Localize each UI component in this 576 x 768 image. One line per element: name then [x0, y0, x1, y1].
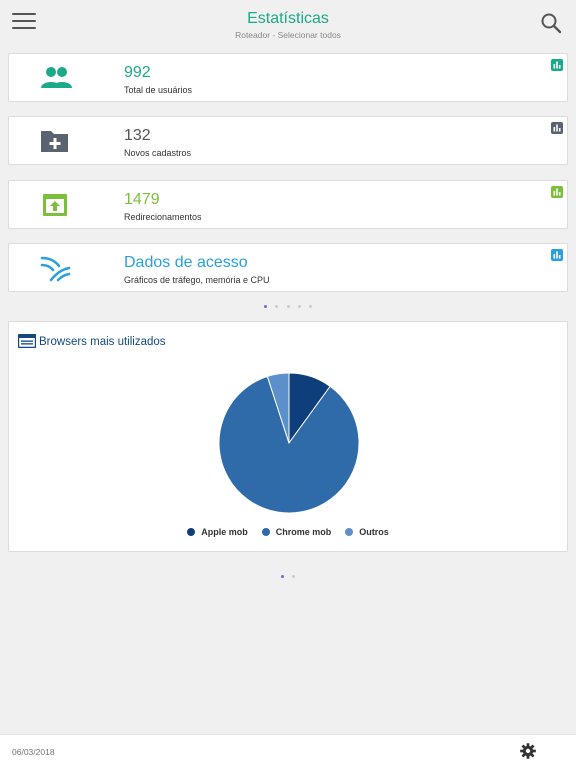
chart-badge-icon[interactable] [551, 122, 563, 134]
footer-bar: 06/03/2018 [0, 734, 576, 768]
stats-pager [0, 305, 576, 311]
legend-label: Outros [359, 527, 389, 537]
legend-swatch [345, 528, 354, 536]
legend-label: Apple mob [201, 527, 248, 537]
stat-label: Redirecionamentos [124, 212, 202, 222]
stat-card-access-data[interactable]: Dados de acesso Gráficos de tráfego, mem… [8, 243, 568, 292]
pager-dot[interactable] [309, 305, 313, 308]
legend-swatch [261, 528, 270, 536]
browser-window-icon [17, 333, 37, 353]
legend-item[interactable]: Outros [345, 527, 389, 537]
stat-card-new-registrations[interactable]: 132 Novos cadastros [8, 116, 568, 165]
pager-dot[interactable] [286, 305, 290, 308]
chart-legend: Apple mob Chrome mob Outros [9, 527, 567, 537]
stat-label: Total de usuários [124, 85, 193, 95]
footer-date: 06/03/2018 [12, 747, 55, 757]
redirect-icon [39, 191, 71, 219]
browsers-pager [0, 575, 576, 581]
stat-value: 1479 [124, 191, 160, 208]
stat-value: Dados de acesso [124, 254, 248, 271]
pager-dot[interactable] [275, 305, 279, 308]
page-subtitle[interactable]: Roteador - Selecionar todos [0, 30, 576, 40]
browsers-pie-chart [218, 372, 360, 514]
legend-item[interactable]: Apple mob [187, 527, 248, 537]
stat-value: 132 [124, 127, 151, 144]
stat-card-redirects[interactable]: 1479 Redirecionamentos [8, 180, 568, 229]
chart-badge-icon[interactable] [551, 59, 563, 71]
top-bar: Estatísticas Roteador - Selecionar todos [0, 0, 576, 46]
stat-label: Gráficos de tráfego, memória e CPU [124, 275, 270, 285]
pager-dot[interactable] [263, 305, 267, 308]
wifi-icon [39, 254, 71, 282]
legend-label: Chrome mob [275, 527, 332, 537]
stat-card-total-users[interactable]: 992 Total de usuários [8, 53, 568, 102]
pager-dot[interactable] [292, 575, 296, 578]
browsers-card: Browsers mais utilizados Apple mob Chrome… [8, 321, 568, 552]
page-title: Estatísticas [247, 10, 329, 27]
gear-icon[interactable] [520, 743, 536, 759]
folder-add-icon [39, 127, 71, 155]
chart-badge-icon[interactable] [551, 186, 563, 198]
pager-dot[interactable] [297, 305, 301, 308]
legend-item[interactable]: Chrome mob [261, 527, 332, 537]
chart-badge-icon[interactable] [551, 249, 563, 261]
legend-swatch [187, 528, 196, 536]
stat-label: Novos cadastros [124, 148, 192, 158]
pager-dot[interactable] [280, 575, 284, 578]
search-icon[interactable] [540, 12, 562, 34]
users-icon [39, 64, 72, 92]
stat-value: 992 [124, 64, 151, 81]
card-title: Browsers mais utilizados [39, 336, 166, 348]
header-title-block: Estatísticas Roteador - Selecionar todos [0, 10, 576, 40]
